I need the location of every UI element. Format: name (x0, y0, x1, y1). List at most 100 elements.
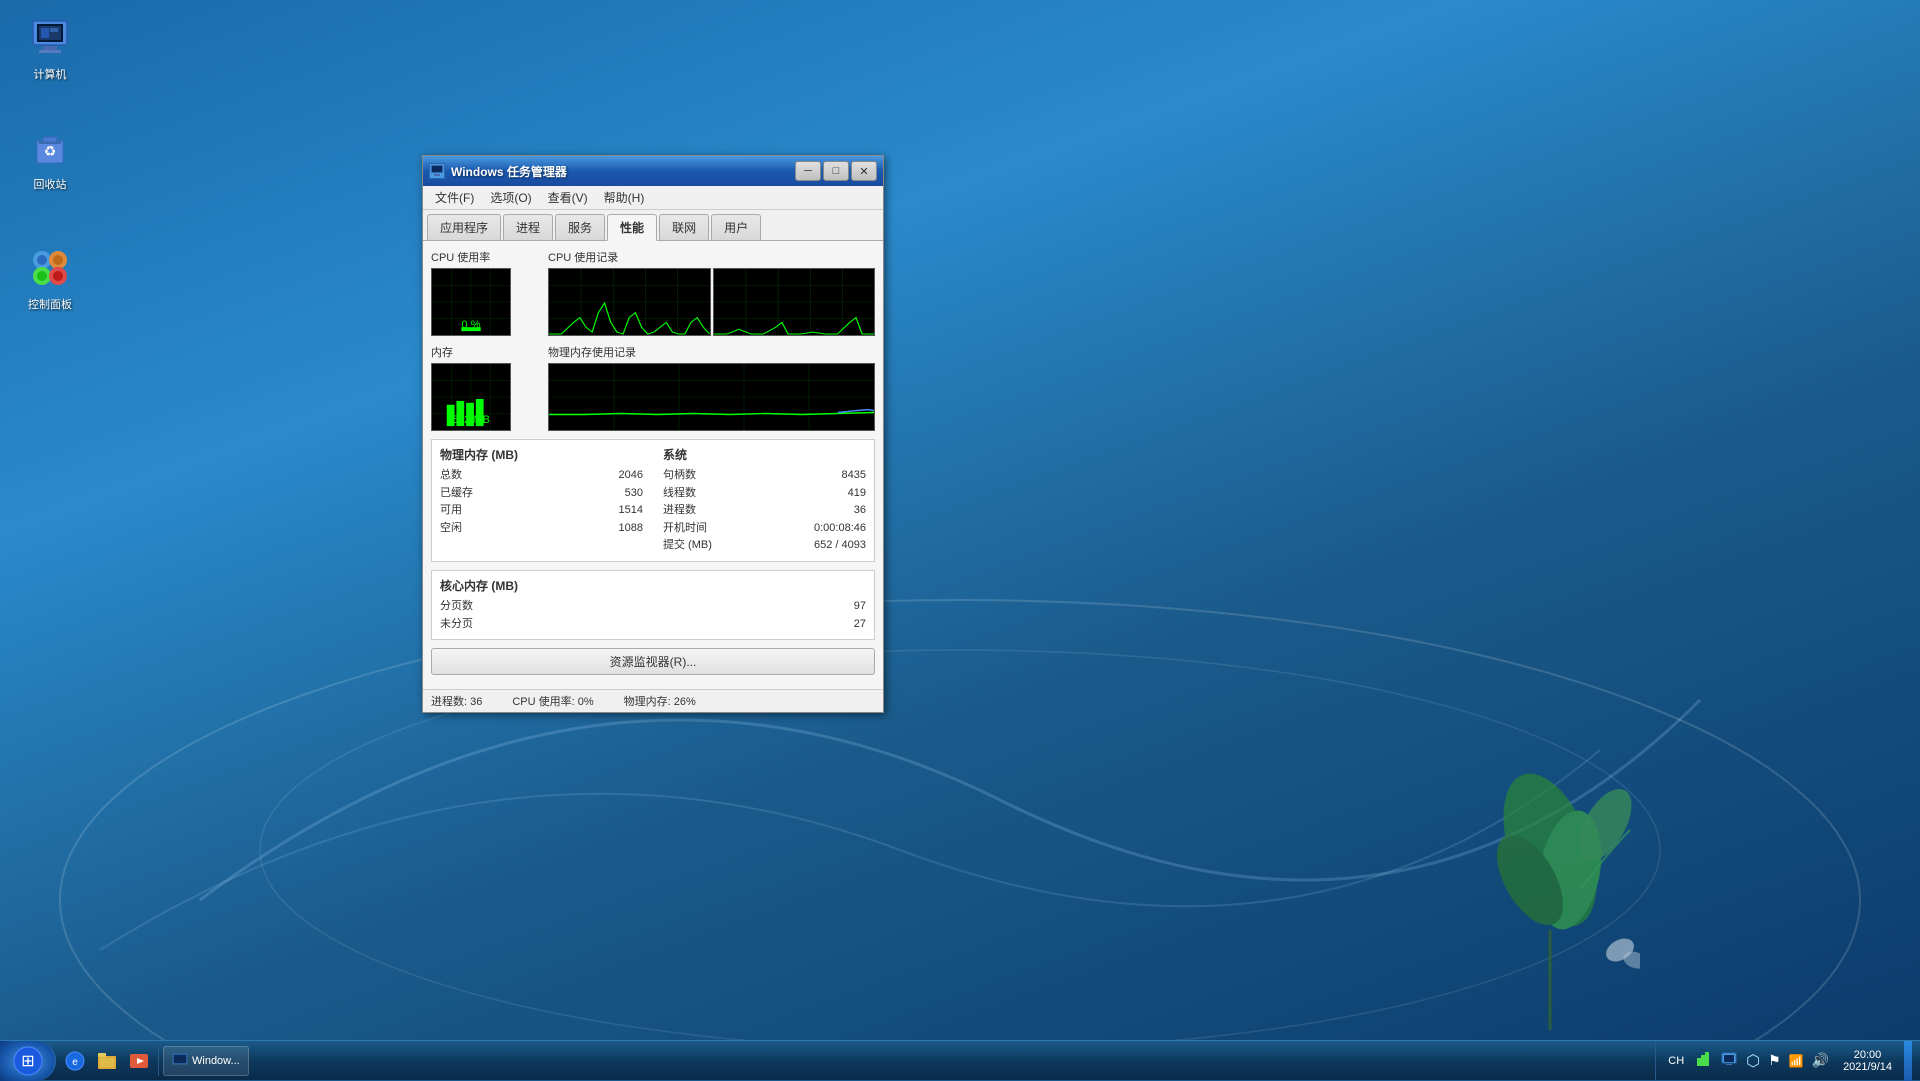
kernel-row-0: 分页数 97 (440, 598, 866, 616)
label-handles: 句柄数 (663, 467, 696, 485)
cpu-history-graphs (548, 268, 875, 336)
physical-memory-title: 物理内存 (MB) (440, 446, 643, 463)
tray-network-icon[interactable] (1692, 1048, 1714, 1073)
window-controls: ─ □ ✕ (795, 161, 877, 181)
desktop: 计算机 ♻ 回收站 控制面板 (0, 0, 1920, 1080)
kernel-row-1: 未分页 27 (440, 616, 866, 634)
value-available: 1514 (583, 502, 643, 520)
maximize-button[interactable]: □ (823, 161, 849, 181)
svg-text:⊞: ⊞ (21, 1053, 34, 1070)
quick-launch-ie[interactable]: e (60, 1046, 90, 1076)
value-free: 1088 (583, 520, 643, 538)
label-processes: 进程数 (663, 502, 696, 520)
value-uptime: 0:00:08:46 (806, 520, 866, 538)
tab-performance[interactable]: 性能 (607, 214, 657, 241)
memory-history-panel: 物理内存使用记录 (548, 344, 875, 431)
menu-view[interactable]: 查看(V) (540, 187, 596, 208)
value-nonpaged: 27 (806, 616, 866, 634)
tray-flag-icon[interactable]: ⚑ (1766, 1050, 1783, 1071)
system-tray: CH ⬡ ⚑ 📶 🔊 20:00 2021 (1655, 1041, 1920, 1080)
physical-memory-column: 物理内存 (MB) 总数 2046 已缓存 530 可用 1514 空闲 (440, 446, 643, 555)
memory-mb-text: 532 MB (432, 414, 510, 426)
cpu-history-right (713, 268, 876, 336)
system-row-2: 进程数 36 (663, 502, 866, 520)
window-content: CPU 使用率 (423, 241, 883, 689)
system-row-3: 开机时间 0:00:08:46 (663, 520, 866, 538)
cpu-history-label: CPU 使用记录 (548, 249, 875, 265)
cpu-history-panel: CPU 使用记录 (548, 249, 875, 336)
value-processes: 36 (806, 502, 866, 520)
start-button[interactable]: ⊞ (0, 1041, 56, 1081)
physical-memory-row-1: 已缓存 530 (440, 485, 643, 503)
quick-launch-folder[interactable] (92, 1046, 122, 1076)
system-column: 系统 句柄数 8435 线程数 419 进程数 36 开机时间 (663, 446, 866, 555)
quick-launch-media[interactable] (124, 1046, 154, 1076)
computer-icon-label: 计算机 (34, 66, 67, 82)
taskbar-items: Window... (159, 1041, 1655, 1080)
tray-bluetooth-icon[interactable]: ⬡ (1744, 1049, 1762, 1073)
memory-label: 内存 (431, 344, 540, 360)
cpu-history-left (548, 268, 711, 336)
stats-section: 物理内存 (MB) 总数 2046 已缓存 530 可用 1514 空闲 (431, 439, 875, 562)
taskbar-item-taskmanager[interactable]: Window... (163, 1046, 249, 1076)
tray-wifi-icon[interactable]: 📶 (1787, 1052, 1806, 1070)
cpu-usage-graph: 0 % (431, 268, 511, 336)
physical-memory-row-3: 空闲 1088 (440, 520, 643, 538)
tab-processes[interactable]: 进程 (503, 214, 553, 240)
cpu-usage-panel: CPU 使用率 (431, 249, 540, 336)
value-threads: 419 (806, 485, 866, 503)
monitor-row-cpu: CPU 使用率 (431, 249, 875, 336)
status-processes: 进程数: 36 (431, 693, 482, 709)
label-cached: 已缓存 (440, 485, 473, 503)
desktop-icon-computer[interactable]: 计算机 (10, 10, 90, 86)
window-title-text: Windows 任务管理器 (451, 163, 789, 180)
memory-history-graph (548, 363, 875, 431)
minimize-button[interactable]: ─ (795, 161, 821, 181)
value-commit: 652 / 4093 (806, 537, 866, 555)
quick-launch-bar: e (56, 1046, 159, 1076)
kernel-memory-section: 核心内存 (MB) 分页数 97 未分页 27 (431, 570, 875, 640)
status-memory: 物理内存: 26% (624, 693, 696, 709)
window-tabs: 应用程序 进程 服务 性能 联网 用户 (423, 210, 883, 241)
tab-applications[interactable]: 应用程序 (427, 214, 501, 240)
tray-monitor-icon[interactable] (1718, 1048, 1740, 1073)
system-title: 系统 (663, 446, 866, 463)
system-row-4: 提交 (MB) 652 / 4093 (663, 537, 866, 555)
window-menubar: 文件(F) 选项(O) 查看(V) 帮助(H) (423, 186, 883, 210)
value-paged: 97 (806, 598, 866, 616)
value-handles: 8435 (806, 467, 866, 485)
physical-memory-row-0: 总数 2046 (440, 467, 643, 485)
memory-history-label: 物理内存使用记录 (548, 344, 875, 360)
label-free: 空闲 (440, 520, 462, 538)
svg-text:e: e (72, 1057, 78, 1068)
control-panel-icon-label: 控制面板 (28, 296, 72, 312)
system-row-1: 线程数 419 (663, 485, 866, 503)
label-threads: 线程数 (663, 485, 696, 503)
kernel-memory-title: 核心内存 (MB) (440, 577, 866, 594)
task-manager-window: Windows 任务管理器 ─ □ ✕ 文件(F) 选项(O) 查看(V) 帮助… (422, 155, 884, 713)
svg-text:♻: ♻ (44, 143, 57, 159)
tray-clock[interactable]: 20:00 2021/9/14 (1835, 1049, 1900, 1073)
tab-users[interactable]: 用户 (711, 214, 761, 240)
value-cached: 530 (583, 485, 643, 503)
tab-services[interactable]: 服务 (555, 214, 605, 240)
recycle-icon: ♻ (26, 124, 74, 172)
label-available: 可用 (440, 502, 462, 520)
show-desktop-button[interactable] (1904, 1041, 1912, 1081)
tab-network[interactable]: 联网 (659, 214, 709, 240)
window-title-icon (429, 163, 445, 179)
tray-language[interactable]: CH (1664, 1055, 1688, 1067)
menu-help[interactable]: 帮助(H) (596, 187, 653, 208)
close-button[interactable]: ✕ (851, 161, 877, 181)
menu-options[interactable]: 选项(O) (482, 187, 539, 208)
cpu-usage-label: CPU 使用率 (431, 249, 540, 265)
physical-memory-row-2: 可用 1514 (440, 502, 643, 520)
label-total: 总数 (440, 467, 462, 485)
control-panel-icon (26, 244, 74, 292)
recycle-icon-label: 回收站 (34, 176, 67, 192)
menu-file[interactable]: 文件(F) (427, 187, 482, 208)
tray-sound-icon[interactable]: 🔊 (1810, 1050, 1831, 1071)
desktop-icon-recycle[interactable]: ♻ 回收站 (10, 120, 90, 196)
resource-monitor-button[interactable]: 资源监视器(R)... (431, 648, 875, 675)
desktop-icon-control[interactable]: 控制面板 (10, 240, 90, 316)
